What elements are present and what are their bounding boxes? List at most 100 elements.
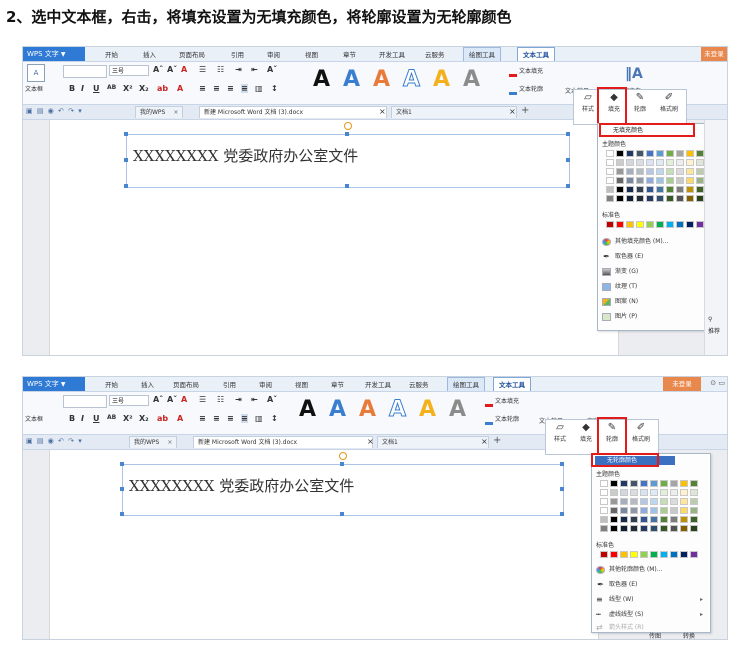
- color-swatch[interactable]: [620, 480, 628, 487]
- color-swatch[interactable]: [696, 168, 704, 175]
- tab-references[interactable]: 引用: [231, 49, 244, 59]
- font-size-select[interactable]: 三号: [109, 65, 149, 76]
- color-swatch[interactable]: [680, 525, 688, 532]
- clear-format-icon[interactable]: A: [181, 395, 187, 404]
- pattern-item[interactable]: 图案 (N)▸: [602, 296, 709, 308]
- color-swatch[interactable]: [600, 480, 608, 487]
- color-swatch[interactable]: [600, 516, 608, 523]
- close-icon[interactable]: ×: [481, 437, 488, 446]
- resize-handle[interactable]: [120, 512, 124, 516]
- quick-access-icons[interactable]: ▣ ▤ ◉ ↶ ↷ ▾: [26, 437, 83, 445]
- color-swatch[interactable]: [660, 516, 668, 523]
- color-swatch[interactable]: [690, 498, 698, 505]
- color-swatch[interactable]: [626, 221, 634, 228]
- recommend-label[interactable]: 推荐: [708, 326, 720, 335]
- color-swatch[interactable]: [666, 177, 674, 184]
- window-controls-icons[interactable]: ⊙ ▭: [710, 379, 725, 387]
- color-swatch[interactable]: [656, 195, 664, 202]
- align-right-icon[interactable]: ≡: [227, 84, 234, 93]
- text-style-orange[interactable]: A: [359, 397, 376, 422]
- color-swatch[interactable]: [630, 516, 638, 523]
- tab-chapter[interactable]: 章节: [343, 49, 356, 59]
- color-swatch[interactable]: [656, 150, 664, 157]
- strikethrough-icon[interactable]: AB: [107, 414, 116, 421]
- color-swatch[interactable]: [640, 507, 648, 514]
- fill-button[interactable]: ◆ 填充: [574, 422, 598, 443]
- indent-icon[interactable]: ⇥: [235, 65, 242, 74]
- color-swatch[interactable]: [630, 480, 638, 487]
- color-swatch[interactable]: [660, 489, 668, 496]
- color-swatch[interactable]: [656, 186, 664, 193]
- color-swatch[interactable]: [690, 507, 698, 514]
- color-swatch[interactable]: [650, 551, 658, 558]
- text-style-black[interactable]: A: [313, 67, 330, 92]
- text-fill-button[interactable]: 文本填充: [509, 66, 543, 77]
- color-swatch[interactable]: [696, 221, 704, 228]
- color-swatch[interactable]: [670, 480, 678, 487]
- color-swatch[interactable]: [600, 551, 608, 558]
- color-swatch[interactable]: [680, 516, 688, 523]
- color-swatch[interactable]: [626, 168, 634, 175]
- style-button[interactable]: ▱ 样式: [548, 422, 572, 443]
- close-icon[interactable]: ×: [367, 437, 374, 446]
- wps-logo-button[interactable]: WPS 文字 ▼: [23, 377, 85, 391]
- highlight-icon[interactable]: ab: [157, 84, 168, 93]
- color-swatch[interactable]: [676, 177, 684, 184]
- color-swatch[interactable]: [696, 195, 704, 202]
- tab-text-tools[interactable]: 文本工具: [493, 377, 531, 391]
- color-swatch[interactable]: [626, 195, 634, 202]
- text-style-grey[interactable]: A: [463, 67, 480, 92]
- color-swatch[interactable]: [636, 150, 644, 157]
- justify-icon[interactable]: ≡: [241, 414, 248, 423]
- color-swatch[interactable]: [656, 177, 664, 184]
- color-swatch[interactable]: [610, 516, 618, 523]
- color-swatch[interactable]: [606, 159, 614, 166]
- color-swatch[interactable]: [696, 150, 704, 157]
- italic-icon[interactable]: I: [81, 414, 84, 423]
- resize-handle[interactable]: [560, 462, 564, 466]
- color-swatch[interactable]: [650, 516, 658, 523]
- text-style-blue[interactable]: A: [343, 67, 360, 92]
- resize-handle[interactable]: [345, 184, 349, 188]
- close-icon[interactable]: ×: [173, 109, 178, 116]
- color-swatch[interactable]: [696, 186, 704, 193]
- superscript-icon[interactable]: X²: [123, 84, 133, 93]
- color-swatch[interactable]: [606, 186, 614, 193]
- tab-review[interactable]: 审阅: [259, 379, 272, 389]
- color-swatch[interactable]: [630, 551, 638, 558]
- color-swatch[interactable]: [620, 525, 628, 532]
- bullet-list-icon[interactable]: ☰: [199, 65, 206, 74]
- resize-handle[interactable]: [560, 512, 564, 516]
- underline-icon[interactable]: U: [93, 414, 100, 423]
- textbox-content[interactable]: XXXXXXXX 党委政府办公室文件: [129, 475, 354, 496]
- font-color-icon[interactable]: A: [177, 414, 183, 423]
- color-swatch[interactable]: [630, 498, 638, 505]
- convert-label[interactable]: 转换: [683, 631, 695, 639]
- login-button[interactable]: 未登录: [663, 377, 701, 391]
- color-swatch[interactable]: [626, 150, 634, 157]
- color-swatch[interactable]: [676, 195, 684, 202]
- tab-view[interactable]: 视图: [295, 379, 308, 389]
- color-swatch[interactable]: [656, 159, 664, 166]
- resize-handle[interactable]: [560, 487, 564, 491]
- text-style-yellow[interactable]: A: [419, 397, 436, 422]
- color-swatch[interactable]: [630, 489, 638, 496]
- font-color-icon[interactable]: A: [177, 84, 183, 93]
- color-swatch[interactable]: [610, 489, 618, 496]
- text-outline-button[interactable]: 文本轮廓: [485, 414, 519, 425]
- color-swatch[interactable]: [660, 525, 668, 532]
- format-painter-button[interactable]: ✐ 格式刷: [626, 422, 656, 443]
- color-swatch[interactable]: [650, 480, 658, 487]
- color-swatch[interactable]: [600, 525, 608, 532]
- color-swatch[interactable]: [616, 177, 624, 184]
- distribute-icon[interactable]: ▥: [255, 414, 263, 423]
- tab-references[interactable]: 引用: [223, 379, 236, 389]
- color-swatch[interactable]: [646, 159, 654, 166]
- color-swatch[interactable]: [670, 551, 678, 558]
- indent-icon[interactable]: ⇥: [235, 395, 242, 404]
- color-swatch[interactable]: [620, 551, 628, 558]
- tab-chapter[interactable]: 章节: [331, 379, 344, 389]
- highlight-icon[interactable]: ab: [157, 414, 168, 423]
- tab-main-document[interactable]: 新建 Microsoft Word 文档 (3).docx: [199, 106, 387, 118]
- color-swatch[interactable]: [686, 159, 694, 166]
